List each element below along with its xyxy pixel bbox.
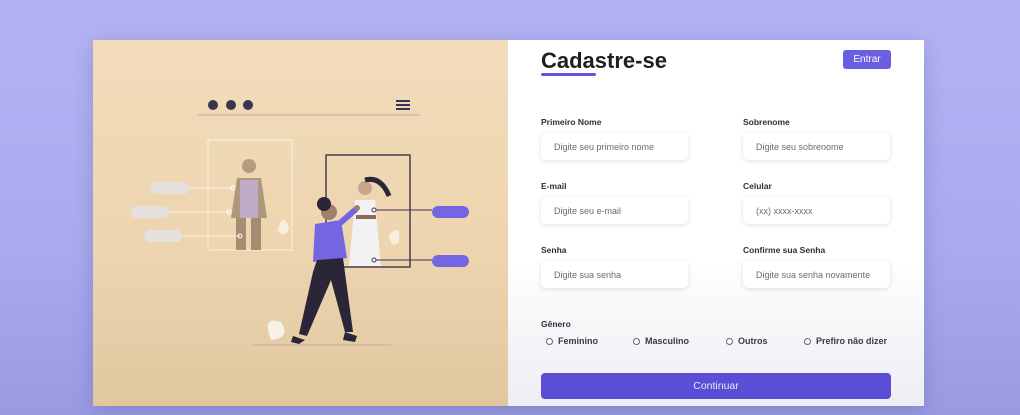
confirm-password-input[interactable] [743, 261, 890, 288]
login-button[interactable]: Entrar [843, 50, 891, 69]
gender-option-label: Feminino [558, 336, 598, 346]
gender-option-label: Outros [738, 336, 768, 346]
gender-option-label: Masculino [645, 336, 690, 346]
title-underline [541, 73, 596, 76]
email-label: E-mail [541, 181, 567, 191]
email-input[interactable] [541, 197, 688, 224]
first-name-input[interactable] [541, 133, 688, 160]
last-name-input[interactable] [743, 133, 890, 160]
phone-label: Celular [743, 181, 772, 191]
hamburger-menu-icon [396, 100, 410, 110]
gender-option-feminino[interactable]: Feminino [546, 336, 598, 346]
signup-form-panel: Cadastre-se Entrar Primeiro Nome Sobreno… [508, 40, 924, 406]
main-woman-figure [291, 197, 360, 344]
signup-illustration [131, 100, 469, 346]
confirm-password-label: Confirme sua Senha [743, 245, 826, 255]
gender-option-outros[interactable]: Outros [726, 336, 768, 346]
password-input[interactable] [541, 261, 688, 288]
window-dots-icon [208, 100, 253, 110]
signup-card: Cadastre-se Entrar Primeiro Nome Sobreno… [93, 40, 924, 406]
gender-option-prefiro-nao-dizer[interactable]: Prefiro não dizer [804, 336, 887, 346]
last-name-label: Sobrenome [743, 117, 790, 127]
gender-label: Gênero [541, 319, 571, 329]
page-title: Cadastre-se [541, 48, 667, 73]
illustration-panel [93, 40, 508, 406]
gender-option-masculino[interactable]: Masculino [633, 336, 689, 346]
first-name-label: Primeiro Nome [541, 117, 602, 127]
phone-input[interactable] [743, 197, 890, 224]
woman-figure-icon [349, 176, 392, 266]
gender-option-label: Prefiro não dizer [816, 336, 888, 346]
radio-circle-icon[interactable] [804, 337, 811, 345]
radio-circle-icon[interactable] [633, 337, 640, 345]
radio-circle-icon[interactable] [546, 337, 553, 345]
radio-circle-icon[interactable] [726, 337, 733, 345]
password-label: Senha [541, 245, 567, 255]
continue-button[interactable]: Continuar [541, 373, 891, 399]
